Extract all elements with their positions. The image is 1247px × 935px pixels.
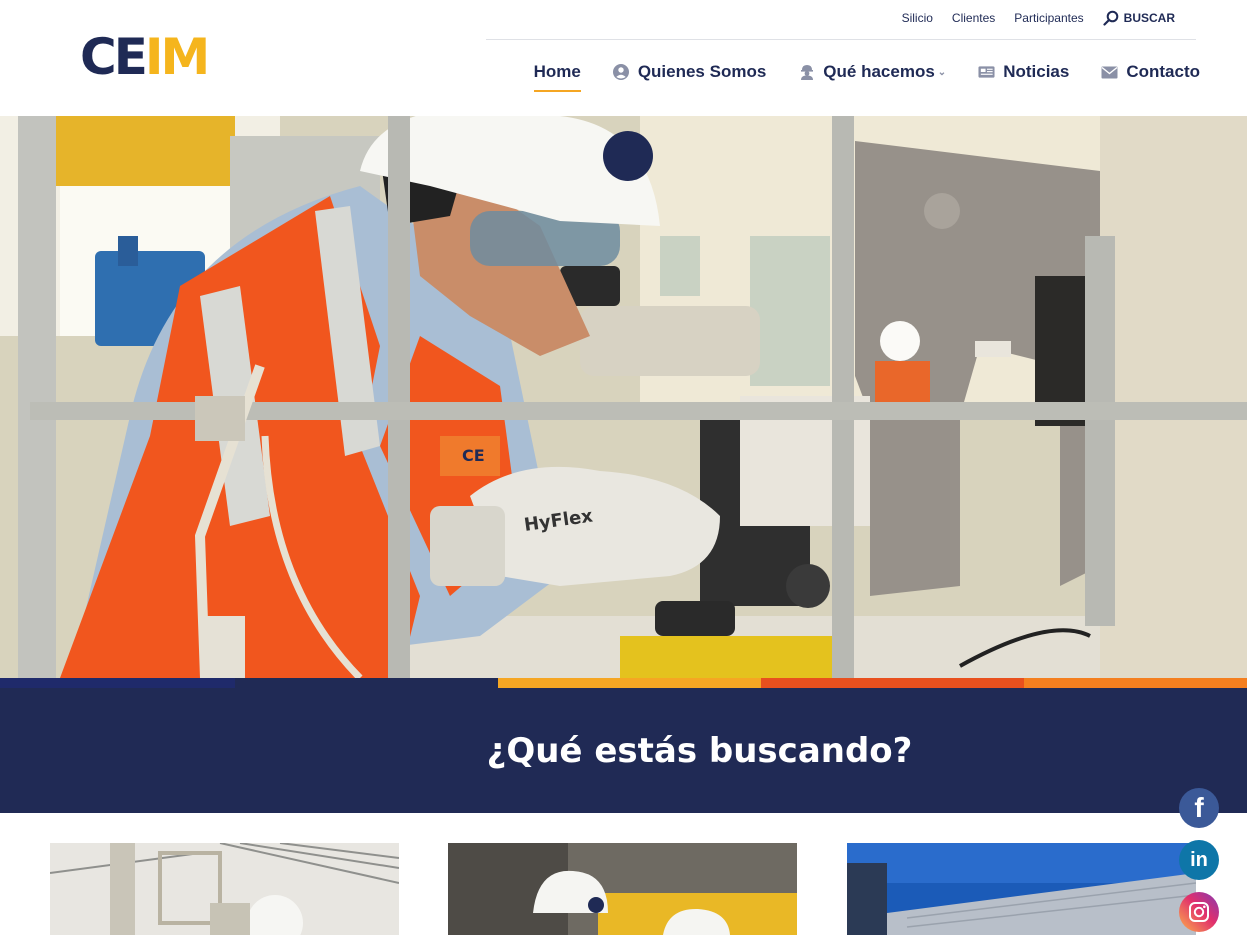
nav-label-home: Home: [533, 62, 581, 81]
card-image-2: [448, 843, 797, 935]
logo-ce: CE: [80, 28, 148, 86]
envelope-icon: [1101, 64, 1118, 81]
search-band: ¿Qué estás buscando?: [0, 688, 1247, 813]
facebook-button[interactable]: f: [1179, 788, 1219, 828]
service-card-2[interactable]: [448, 843, 797, 935]
color-stripe: [0, 678, 1247, 688]
stripe-segment: [761, 678, 1024, 688]
nav-label-noticias: Noticias: [1003, 62, 1070, 81]
logo-im: IM: [144, 28, 210, 86]
service-card-1[interactable]: [50, 843, 399, 935]
search-button[interactable]: BUSCAR: [1103, 10, 1175, 26]
ceim-logo[interactable]: CEIM: [80, 32, 210, 82]
search-label: BUSCAR: [1123, 11, 1175, 25]
instagram-button[interactable]: [1179, 892, 1219, 932]
top-bar: Silicio Clientes Participantes BUSCAR: [883, 6, 1175, 30]
nav-label-que-hacemos: Qué hacemos: [823, 62, 935, 81]
service-card-3[interactable]: [847, 843, 1196, 935]
nav-item-contacto[interactable]: Contacto: [1101, 62, 1200, 82]
card-image-1: [50, 843, 399, 935]
nav-label-quienes-somos: Quienes Somos: [637, 62, 767, 81]
band-heading: ¿Qué estás buscando?: [486, 730, 913, 771]
main-nav: Home Quienes Somos Qué hacemos ⌄ Noticia…: [533, 62, 1200, 92]
newspaper-icon: [978, 64, 995, 81]
hero-image: HyFlex CE: [0, 116, 1247, 678]
stripe-segment: [0, 678, 235, 688]
nav-item-quienes-somos[interactable]: Quienes Somos: [613, 62, 766, 82]
nav-label-contacto: Contacto: [1126, 62, 1200, 81]
linkedin-button[interactable]: in: [1179, 840, 1219, 880]
nav-item-que-hacemos[interactable]: Qué hacemos ⌄: [798, 62, 946, 82]
instagram-icon: [1189, 902, 1209, 922]
site-header: CEIM Silicio Clientes Participantes BUSC…: [0, 0, 1247, 116]
stripe-segment: [1024, 678, 1247, 688]
linkedin-icon: in: [1190, 848, 1208, 871]
stripe-segment: [235, 678, 498, 688]
user-circle-icon: [613, 64, 630, 81]
facebook-icon: f: [1194, 792, 1204, 823]
topbar-link-participantes[interactable]: Participantes: [1014, 11, 1083, 25]
chevron-down-icon: ⌄: [937, 66, 947, 78]
nav-item-noticias[interactable]: Noticias: [978, 62, 1069, 82]
nav-item-home[interactable]: Home: [533, 62, 582, 92]
card-image-3: [847, 843, 1196, 935]
header-divider: [486, 39, 1196, 40]
vest-logo-text: CE: [462, 446, 485, 465]
topbar-link-silicio[interactable]: Silicio: [902, 11, 933, 25]
worker-icon: [798, 64, 815, 81]
stripe-segment: [498, 678, 761, 688]
topbar-link-clientes[interactable]: Clientes: [952, 11, 995, 25]
search-icon: [1103, 10, 1118, 26]
